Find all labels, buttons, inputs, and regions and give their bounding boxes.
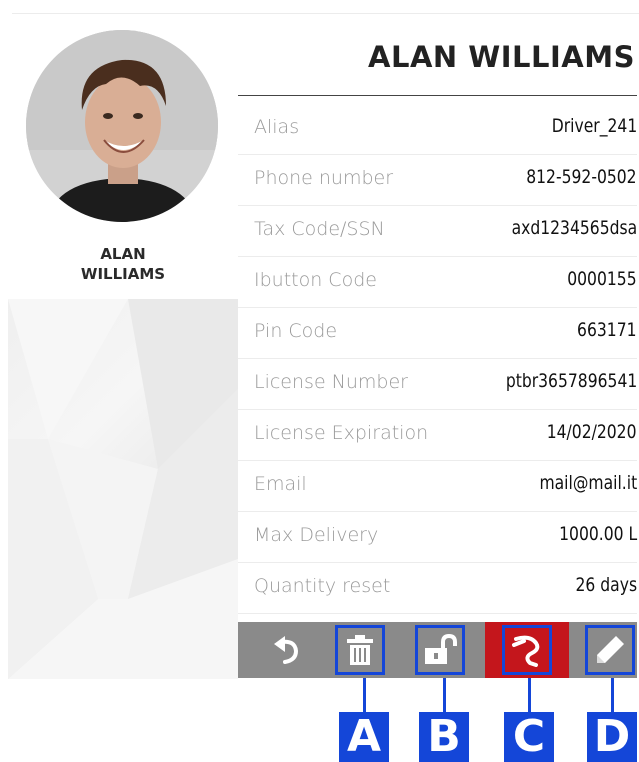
callout-connector-d [611,678,614,712]
field-label: Ibutton Code [254,269,377,291]
unlock-icon [425,634,457,664]
field-value: axd1234565dsa [511,217,637,239]
callout-badge-d: D [587,712,637,762]
field-row-pin: Pin Code 663171 [238,308,637,359]
field-label: Max Delivery [254,524,379,546]
field-value: mail@mail.it [539,472,637,494]
driver-details-list: Alias Driver_241 Phone number 812-592-05… [238,104,637,614]
page-title: ALAN WILLIAMS [368,40,635,74]
unlock-button[interactable] [415,625,465,675]
field-label: License Number [254,371,408,393]
avatar [26,30,218,222]
fuel-nozzle-icon [512,635,540,667]
field-row-license-number: License Number ptbr3657896541 [238,359,637,410]
field-label: Tax Code/SSN [254,218,385,240]
field-label: Phone number [254,167,394,189]
profile-name: ALAN WILLIAMS [8,244,238,284]
field-row-alias: Alias Driver_241 [238,104,637,155]
field-row-email: Email mail@mail.it [238,461,637,512]
driver-photo [26,30,218,222]
field-value: Driver_241 [551,115,637,137]
field-value: 663171 [577,319,637,341]
field-label: Pin Code [254,320,338,342]
top-divider [12,13,639,14]
action-toolbar [238,622,637,678]
field-row-max-delivery: Max Delivery 1000.00 L [238,512,637,563]
field-value: 812-592-0502 [526,166,637,188]
fuel-button[interactable] [502,625,552,675]
field-label: Quantity reset [254,575,391,597]
field-value: 14/02/2020 [547,421,637,443]
field-value: 1000.00 L [558,523,637,545]
edit-button[interactable] [585,625,635,675]
header-divider [238,95,637,96]
field-row-ibutton: Ibutton Code 0000155 [238,257,637,308]
field-value: 26 days [575,574,637,596]
callout-connector-c [528,678,531,712]
callout-connector-b [443,678,446,712]
callout-connector-a [363,678,366,712]
field-label: License Expiration [254,422,429,444]
field-label: Alias [254,116,300,138]
profile-last-name: WILLIAMS [80,265,166,283]
undo-button[interactable] [262,625,312,675]
undo-icon [274,636,299,664]
callout-badge-b: B [419,712,469,762]
field-label: Email [254,473,307,495]
field-row-license-expiration: License Expiration 14/02/2020 [238,410,637,461]
field-value: ptbr3657896541 [505,370,637,392]
callout-badge-c: C [504,712,554,762]
profile-background-panel [8,299,238,679]
field-row-phone: Phone number 812-592-0502 [238,155,637,206]
profile-first-name: ALAN [100,245,146,263]
callout-badge-a: A [339,712,389,762]
trash-icon [347,635,373,665]
pencil-icon [597,636,624,663]
field-row-tax-code: Tax Code/SSN axd1234565dsa [238,206,637,257]
delete-button[interactable] [335,625,385,675]
field-value: 0000155 [567,268,637,290]
field-row-quantity-reset: Quantity reset 26 days [238,563,637,614]
